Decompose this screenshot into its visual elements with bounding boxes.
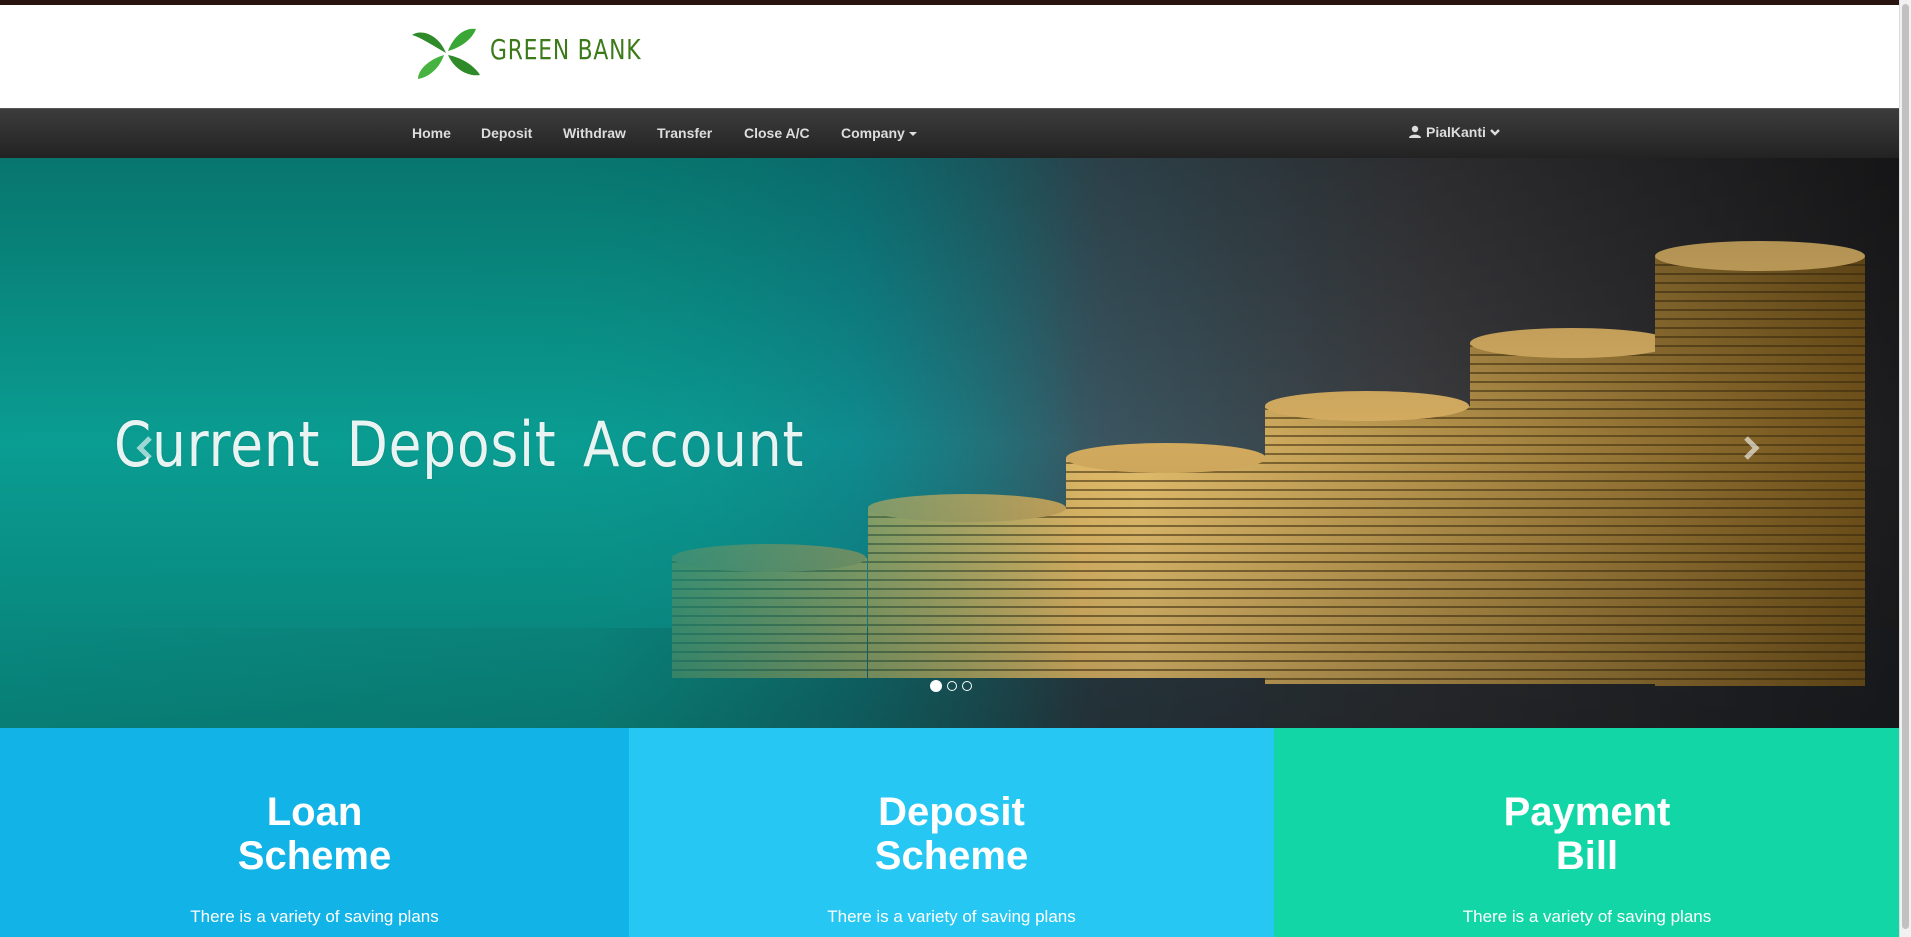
four-leaf-icon <box>412 28 480 79</box>
carousel-next-control[interactable] <box>1730 428 1770 468</box>
carousel-indicators <box>930 680 972 692</box>
hero-carousel: Current Deposit Account <box>0 158 1900 728</box>
chevron-down-icon <box>1490 129 1500 136</box>
nav-company-label: Company <box>841 125 905 141</box>
chevron-right-icon <box>1744 436 1760 460</box>
panel-text: There is a variety of saving plans <box>1462 907 1712 926</box>
caret-down-icon <box>908 132 917 137</box>
nav-transfer[interactable]: Transfer <box>657 125 712 141</box>
carousel-indicator-3[interactable] <box>962 681 972 691</box>
user-menu[interactable]: PialKanti <box>1408 124 1505 140</box>
vertical-scrollbar[interactable] <box>1899 0 1911 937</box>
slide-title: Current Deposit Account <box>114 408 805 481</box>
service-panels: Loan Scheme There is a variety of saving … <box>0 728 1900 937</box>
nav-company-dropdown[interactable]: Company <box>841 125 917 141</box>
chevron-left-icon <box>136 436 152 460</box>
panel-text: There is a variety of saving plans <box>190 907 439 926</box>
scrollbar-thumb[interactable] <box>1902 4 1909 929</box>
main-navbar: Home Deposit Withdraw Transfer Close A/C… <box>0 108 1900 160</box>
nav-home[interactable]: Home <box>412 125 451 141</box>
payment-bill-panel[interactable]: Payment Bill There is a variety of saving… <box>1274 728 1900 937</box>
panel-title: Payment Bill <box>1503 790 1671 878</box>
nav-withdraw[interactable]: Withdraw <box>563 125 626 141</box>
brand-name: GREEN BANK <box>490 32 642 66</box>
panel-title: Loan Scheme <box>237 790 392 878</box>
user-name: PialKanti <box>1426 124 1486 140</box>
panel-title: Deposit Scheme <box>874 790 1029 878</box>
loan-scheme-panel[interactable]: Loan Scheme There is a variety of saving … <box>0 728 629 937</box>
carousel-prev-control[interactable] <box>126 428 166 468</box>
brand-logo[interactable]: GREEN BANK <box>410 23 684 83</box>
panel-text: There is a variety of saving plans <box>827 907 1076 926</box>
nav-close-account[interactable]: Close A/C <box>744 125 810 141</box>
carousel-indicator-2[interactable] <box>947 681 957 691</box>
deposit-scheme-panel[interactable]: Deposit Scheme There is a variety of savi… <box>629 728 1274 937</box>
user-icon <box>1409 125 1421 138</box>
nav-deposit[interactable]: Deposit <box>481 125 532 141</box>
carousel-indicator-1[interactable] <box>930 680 942 692</box>
site-header: GREEN BANK <box>0 5 1900 108</box>
